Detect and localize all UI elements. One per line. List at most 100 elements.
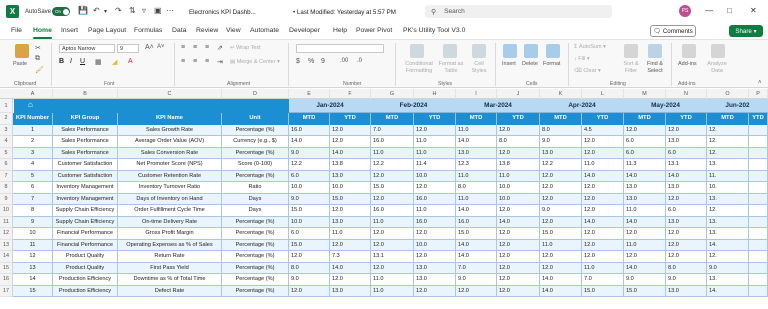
cell-value[interactable]: 11.0 bbox=[371, 216, 414, 228]
percent-icon[interactable]: % bbox=[308, 58, 314, 65]
cell-value[interactable]: 14.0 bbox=[456, 239, 497, 251]
cell-empty[interactable] bbox=[749, 251, 768, 263]
cell-value[interactable]: 13.0 bbox=[624, 193, 666, 205]
cell-value[interactable]: 15.0 bbox=[624, 285, 666, 297]
row-header[interactable]: 5 bbox=[0, 147, 13, 159]
cell-value[interactable]: 13. bbox=[707, 228, 749, 240]
merge-center-button[interactable]: ▤ Merge & Center ▾ bbox=[230, 59, 280, 65]
autosum-button[interactable]: Σ AutoSum ▾ bbox=[574, 44, 606, 50]
cell-value[interactable]: 9.0 bbox=[666, 274, 707, 286]
tab-view[interactable]: View bbox=[226, 27, 241, 34]
column-header-m[interactable]: M bbox=[624, 89, 666, 99]
cell-value[interactable]: 13.0 bbox=[330, 285, 371, 297]
cell-value[interactable]: 12.0 bbox=[330, 274, 371, 286]
cell-value[interactable]: 12.0 bbox=[497, 228, 540, 240]
cell-kpi-number[interactable]: 6 bbox=[13, 182, 53, 194]
comma-style-icon[interactable]: 9 bbox=[321, 58, 325, 65]
empty-row[interactable] bbox=[13, 297, 768, 309]
cell-value[interactable]: 11.0 bbox=[414, 136, 456, 148]
cell-value[interactable]: 11.0 bbox=[456, 193, 497, 205]
cell-value[interactable]: 12.2 bbox=[289, 159, 330, 171]
column-header-o[interactable]: O bbox=[707, 89, 749, 99]
cell-unit[interactable]: Percentage (%) bbox=[222, 262, 289, 274]
cell-kpi-name[interactable]: Sales Growth Rate bbox=[118, 124, 222, 136]
wrap-text-button[interactable]: ↩ Wrap Text bbox=[230, 45, 261, 51]
format-cells-button[interactable]: Format bbox=[543, 61, 560, 67]
find-select-button[interactable]: Find & Select bbox=[644, 61, 666, 75]
increase-decimal-icon[interactable]: .00 bbox=[340, 58, 348, 64]
cell-kpi-number[interactable]: 2 bbox=[13, 136, 53, 148]
paste-button[interactable]: Paste bbox=[13, 61, 27, 67]
save-icon[interactable]: 💾 bbox=[78, 6, 88, 15]
cell-value[interactable]: 12.0 bbox=[582, 251, 624, 263]
column-header-j[interactable]: J bbox=[497, 89, 540, 99]
cell-value[interactable]: 12.0 bbox=[497, 205, 540, 217]
italic-icon[interactable]: I bbox=[70, 58, 72, 65]
cell-styles-icon[interactable] bbox=[472, 44, 486, 58]
column-header-g[interactable]: G bbox=[371, 89, 414, 99]
cell-value[interactable]: 14.0 bbox=[666, 170, 707, 182]
cell-kpi-number[interactable]: 14 bbox=[13, 274, 53, 286]
cell-value[interactable]: 9.0 bbox=[289, 193, 330, 205]
borders-icon[interactable]: ▦ bbox=[95, 58, 102, 66]
undo-icon[interactable]: ↶ bbox=[93, 6, 100, 15]
cell-value[interactable]: 12.0 bbox=[330, 205, 371, 217]
cell-unit[interactable]: Percentage (%) bbox=[222, 251, 289, 263]
cell-value[interactable]: 12.0 bbox=[540, 170, 582, 182]
cell-value[interactable]: 11.0 bbox=[414, 205, 456, 217]
collapse-ribbon-icon[interactable]: ˄ bbox=[758, 80, 762, 86]
undo-dropdown-icon[interactable]: ▾ bbox=[104, 8, 107, 15]
font-size-select[interactable]: 9 bbox=[117, 44, 139, 53]
cell-empty[interactable] bbox=[749, 136, 768, 148]
add-ins-icon[interactable] bbox=[682, 44, 696, 58]
cell-value[interactable]: 12.0 bbox=[624, 251, 666, 263]
cell-kpi-group[interactable]: Sales Performance bbox=[53, 124, 118, 136]
file-name[interactable]: Electronics KPI Dashb... bbox=[189, 9, 256, 16]
decrease-font-icon[interactable]: A˅ bbox=[157, 44, 165, 50]
share-button[interactable]: Share ▾ bbox=[729, 25, 763, 37]
cell-value[interactable]: 9.0 bbox=[289, 147, 330, 159]
cell-value[interactable]: 12. bbox=[707, 205, 749, 217]
cell-value[interactable]: 12.0 bbox=[497, 124, 540, 136]
fill-button[interactable]: ↓ Fill ▾ bbox=[574, 56, 590, 62]
cell-value[interactable]: 13. bbox=[707, 274, 749, 286]
analyze-data-button[interactable]: Analyze Data bbox=[705, 61, 729, 75]
currency-icon[interactable]: $ bbox=[296, 58, 300, 65]
add-ins-button[interactable]: Add-ins bbox=[678, 61, 697, 67]
cell-value[interactable]: 11.0 bbox=[456, 170, 497, 182]
cell-value[interactable]: 14.0 bbox=[540, 285, 582, 297]
cell-value[interactable]: 12.0 bbox=[371, 239, 414, 251]
cell-value[interactable]: 12.0 bbox=[582, 205, 624, 217]
cell-value[interactable]: 13. bbox=[707, 193, 749, 205]
cell-kpi-name[interactable]: Order Fulfillment Cycle Time bbox=[118, 205, 222, 217]
column-header-e[interactable]: E bbox=[289, 89, 330, 99]
cell-value[interactable]: 12.0 bbox=[540, 262, 582, 274]
analyze-data-icon[interactable] bbox=[711, 44, 725, 58]
cell-value[interactable]: 9.0 bbox=[540, 205, 582, 217]
cell-value[interactable]: 12.0 bbox=[582, 228, 624, 240]
cell-value[interactable]: 13.1 bbox=[666, 159, 707, 171]
cell-kpi-name[interactable]: Operating Expenses as % of Sales bbox=[118, 239, 222, 251]
cell-value[interactable]: 15.0 bbox=[540, 228, 582, 240]
cell-value[interactable]: 6.0 bbox=[624, 136, 666, 148]
cell-kpi-number[interactable]: 8 bbox=[13, 205, 53, 217]
cell-kpi-name[interactable]: Customer Retention Rate bbox=[118, 170, 222, 182]
cell-value[interactable]: 10. bbox=[707, 182, 749, 194]
cell-value[interactable]: 12.0 bbox=[497, 262, 540, 274]
cell-kpi-number[interactable]: 4 bbox=[13, 159, 53, 171]
column-header-d[interactable]: D bbox=[222, 89, 289, 99]
sort-filter-button[interactable]: Sort & Filter bbox=[620, 61, 642, 75]
cell-value[interactable]: 11.0 bbox=[456, 124, 497, 136]
cell-empty[interactable] bbox=[749, 170, 768, 182]
row-header[interactable]: 13 bbox=[0, 239, 13, 251]
tab-developer[interactable]: Developer bbox=[289, 27, 320, 34]
cell-value[interactable]: 16.0 bbox=[289, 124, 330, 136]
cell-kpi-number[interactable]: 11 bbox=[13, 239, 53, 251]
cell-value[interactable]: 11.0 bbox=[624, 205, 666, 217]
cell-value[interactable]: 12.0 bbox=[582, 193, 624, 205]
row-header[interactable]: 15 bbox=[0, 262, 13, 274]
cell-value[interactable]: 12.0 bbox=[371, 228, 414, 240]
cell-kpi-name[interactable]: First Pass Yield bbox=[118, 262, 222, 274]
cell-value[interactable]: 6.0 bbox=[289, 228, 330, 240]
avatar[interactable]: PS bbox=[679, 5, 691, 17]
